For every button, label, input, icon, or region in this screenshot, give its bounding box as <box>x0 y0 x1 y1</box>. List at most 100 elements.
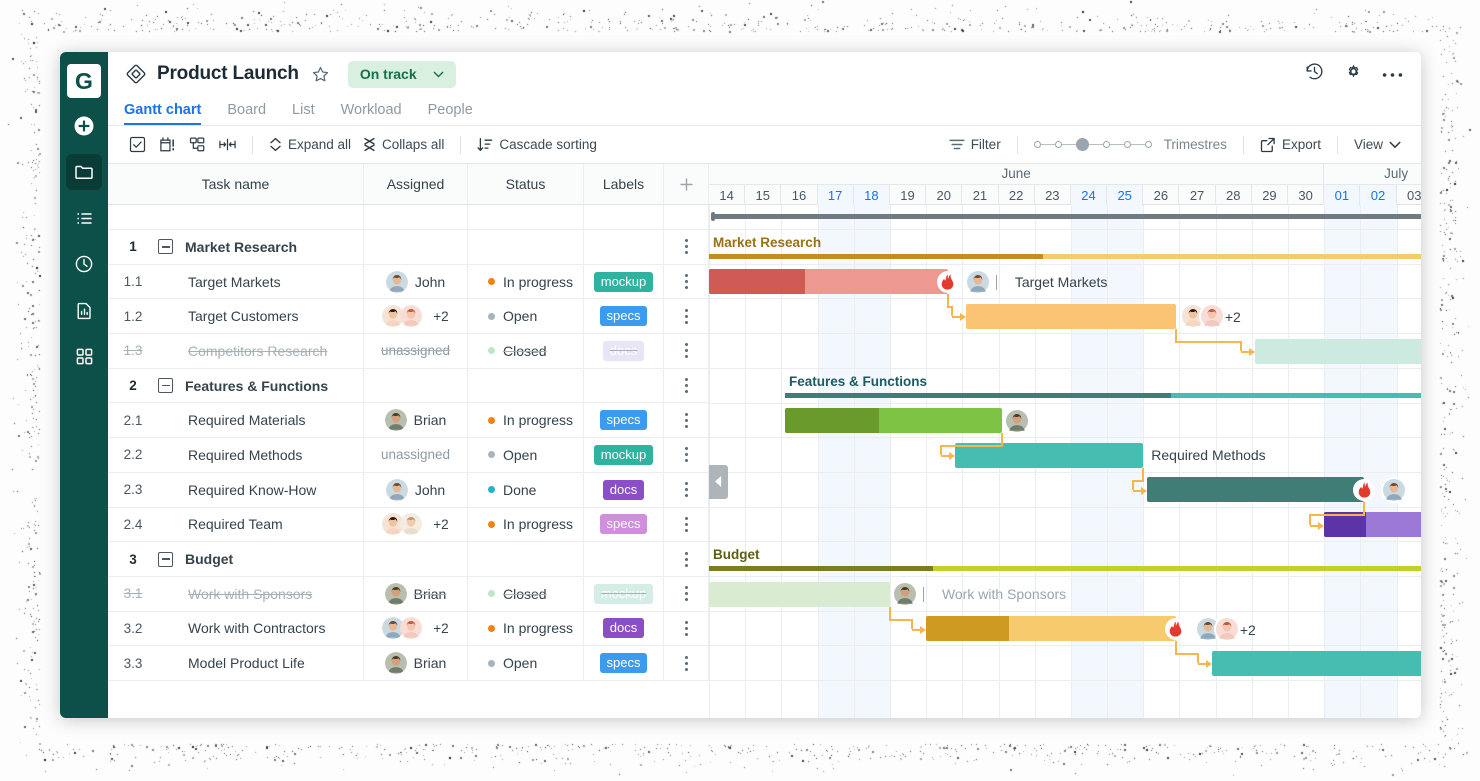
list-icon[interactable] <box>66 200 102 236</box>
label-chip[interactable]: specs <box>600 653 648 673</box>
calendar-alert-icon[interactable] <box>152 132 182 158</box>
group-summary-bar[interactable] <box>709 254 1421 259</box>
task-bar[interactable] <box>1212 651 1421 676</box>
table-row[interactable]: 1 Market Research <box>108 230 709 265</box>
column-header-task-name[interactable]: Task name <box>108 164 364 204</box>
row-menu-button[interactable] <box>664 334 709 368</box>
history-icon[interactable] <box>1304 61 1325 87</box>
zoom-slider-stop-1[interactable] <box>1055 141 1062 148</box>
table-row[interactable]: 3.3 Model Product Life Brian Open specs <box>108 646 709 681</box>
bar-avatar[interactable] <box>894 583 916 605</box>
bar-avatar[interactable] <box>967 271 989 293</box>
zoom-slider-stop-5[interactable] <box>1145 141 1152 148</box>
add-column-button[interactable] <box>664 164 709 204</box>
collaps-all-button[interactable]: Collaps all <box>357 137 450 152</box>
zoom-slider-stop-4[interactable] <box>1124 141 1131 148</box>
bar-avatar[interactable] <box>1216 618 1238 640</box>
table-row[interactable]: 2.1 Required Materials Brian In progress spe… <box>108 403 709 438</box>
column-header-assigned[interactable]: Assigned <box>364 164 468 204</box>
tab-list[interactable]: List <box>292 102 315 125</box>
avatar[interactable] <box>400 305 422 327</box>
row-menu-button[interactable] <box>664 299 709 333</box>
collapse-group-button[interactable] <box>158 378 173 393</box>
view-button[interactable]: View <box>1348 137 1407 152</box>
avatar[interactable] <box>386 271 408 293</box>
label-chip[interactable]: specs <box>600 410 648 430</box>
table-row[interactable]: 2.4 Required Team +2 In progress specs <box>108 508 709 543</box>
favorite-star-icon[interactable] <box>311 65 330 84</box>
avatar[interactable] <box>400 513 422 535</box>
task-bar[interactable] <box>1255 339 1421 364</box>
column-header-labels[interactable]: Labels <box>584 164 664 204</box>
task-bar[interactable] <box>1147 477 1364 502</box>
column-header-status[interactable]: Status <box>468 164 584 204</box>
gantt-timeline[interactable]: June July 14 15 16 17 18 19 20 21 22 23 24 25 26 27 28 29… <box>709 164 1421 718</box>
export-button[interactable]: Export <box>1254 137 1327 153</box>
row-menu-button[interactable] <box>664 508 709 542</box>
zoom-slider[interactable] <box>1034 138 1152 151</box>
tab-workload[interactable]: Workload <box>341 102 402 125</box>
dependency-icon[interactable] <box>212 132 242 158</box>
task-bar[interactable] <box>966 304 1176 329</box>
zoom-slider-stop-0[interactable] <box>1034 141 1041 148</box>
bar-avatar[interactable] <box>1201 305 1223 327</box>
label-chip[interactable]: docs <box>603 341 644 361</box>
row-menu-button[interactable] <box>664 230 709 264</box>
table-row[interactable]: 2.2 Required Methods unassigned Open mockup <box>108 438 709 473</box>
row-menu-button[interactable] <box>664 577 709 611</box>
row-menu-button[interactable] <box>664 646 709 680</box>
table-row[interactable]: 2 Features & Functions <box>108 369 709 404</box>
bar-avatar[interactable] <box>1006 410 1028 432</box>
status-badge[interactable]: On track <box>348 61 456 88</box>
table-row[interactable]: 1.1 Target Markets John In progress mockup <box>108 265 709 300</box>
label-chip[interactable]: docs <box>603 618 644 638</box>
row-menu-button[interactable] <box>664 438 709 472</box>
row-menu-button[interactable] <box>664 403 709 437</box>
task-bar[interactable] <box>709 582 890 607</box>
label-chip[interactable]: docs <box>603 480 644 500</box>
tab-people[interactable]: People <box>428 102 473 125</box>
collapse-group-button[interactable] <box>158 552 173 567</box>
avatar[interactable] <box>385 652 407 674</box>
avatar[interactable] <box>385 409 407 431</box>
collapse-panel-handle[interactable] <box>709 465 728 499</box>
table-row[interactable]: 2.3 Required Know-How John Done docs <box>108 473 709 508</box>
table-row[interactable]: 3 Budget <box>108 542 709 577</box>
timeline-scrollbar[interactable] <box>711 214 1421 219</box>
hierarchy-icon[interactable] <box>182 132 212 158</box>
table-row[interactable]: 3.2 Work with Contractors +2 In progress doc… <box>108 612 709 647</box>
group-summary-bar[interactable] <box>785 393 1421 398</box>
avatar[interactable] <box>400 617 422 639</box>
report-icon[interactable] <box>66 292 102 328</box>
row-menu-button[interactable] <box>664 612 709 646</box>
expand-all-button[interactable]: Expand all <box>263 137 357 152</box>
add-icon[interactable] <box>66 108 102 144</box>
app-logo[interactable]: G <box>67 64 101 98</box>
more-icon[interactable] <box>1382 65 1403 83</box>
checkbox-icon[interactable] <box>122 132 152 158</box>
zoom-slider-stop-3[interactable] <box>1103 141 1110 148</box>
task-bar[interactable] <box>926 616 1176 641</box>
row-menu-button[interactable] <box>664 542 709 576</box>
group-summary-bar[interactable] <box>709 566 1421 571</box>
label-chip[interactable]: mockup <box>594 272 654 292</box>
task-bar[interactable] <box>785 408 1002 433</box>
tab-board[interactable]: Board <box>227 102 266 125</box>
overdue-flame-icon[interactable] <box>937 271 959 293</box>
row-menu-button[interactable] <box>664 265 709 299</box>
clock-icon[interactable] <box>66 246 102 282</box>
label-chip[interactable]: specs <box>600 514 648 534</box>
label-chip[interactable]: mockup <box>594 445 654 465</box>
label-chip[interactable]: specs <box>600 306 648 326</box>
collapse-group-button[interactable] <box>158 239 173 254</box>
filter-button[interactable]: Filter <box>943 137 1007 152</box>
tab-gantt-chart[interactable]: Gantt chart <box>124 102 201 125</box>
label-chip[interactable]: mockup <box>594 584 654 604</box>
overdue-flame-icon[interactable] <box>1353 479 1375 501</box>
bar-avatar[interactable] <box>1383 479 1405 501</box>
timeline-canvas[interactable]: Market Research Target Markets +2 Features … <box>709 205 1421 718</box>
overdue-flame-icon[interactable] <box>1165 618 1187 640</box>
task-bar[interactable] <box>709 269 948 294</box>
folder-icon[interactable] <box>66 154 102 190</box>
cascade-sorting-button[interactable]: Cascade sorting <box>471 137 603 153</box>
